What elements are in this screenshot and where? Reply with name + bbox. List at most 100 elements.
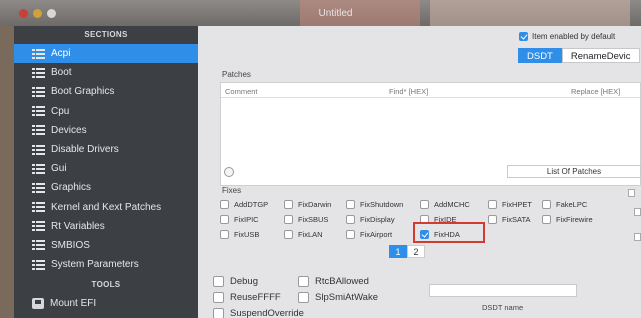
fix-fixshutdown[interactable]: FixShutdown: [346, 200, 403, 209]
option-checkbox[interactable]: [213, 276, 224, 287]
list-icon: [32, 240, 45, 251]
fix-label: FixFirewire: [556, 215, 593, 224]
sidebar-item-label: Boot Graphics: [51, 86, 115, 98]
fix-checkbox[interactable]: [346, 215, 355, 224]
fix-checkbox[interactable]: [220, 200, 229, 209]
fix-addmchc[interactable]: AddMCHC: [420, 200, 470, 209]
option-debug[interactable]: Debug: [213, 276, 258, 287]
fix-checkbox[interactable]: [420, 200, 429, 209]
fix-fakelpc[interactable]: FakeLPC: [542, 200, 587, 209]
sidebar-item-label: Graphics: [51, 182, 92, 194]
sidebar-item-label: Rt Variables: [51, 220, 105, 232]
section-tabs: DSDT RenameDevic: [518, 48, 640, 63]
fix-fixlan[interactable]: FixLAN: [284, 230, 323, 239]
sidebar: SECTIONS Acpi Boot Boot Graphics Cpu Dev…: [14, 26, 198, 318]
fix-label: FixSBUS: [298, 215, 329, 224]
sidebar-item-graphics[interactable]: Graphics: [14, 178, 198, 197]
offscreen-checkbox[interactable]: [634, 208, 641, 216]
sidebar-item-label: Devices: [51, 124, 87, 136]
option-checkbox[interactable]: [213, 292, 224, 303]
tab-renamedevices[interactable]: RenameDevic: [561, 48, 640, 63]
sidebar-item-smbios[interactable]: SMBIOS: [14, 236, 198, 255]
fix-label: FixUSB: [234, 230, 260, 239]
sidebar-item-disable-drivers[interactable]: Disable Drivers: [14, 140, 198, 159]
sidebar-item-label: Kernel and Kext Patches: [51, 201, 162, 213]
fix-label: FixHPET: [502, 200, 532, 209]
offscreen-checkbox[interactable]: [634, 233, 641, 241]
item-enabled-checkbox[interactable]: [519, 32, 528, 41]
fix-fixdarwin[interactable]: FixDarwin: [284, 200, 331, 209]
fix-checkbox[interactable]: [542, 200, 551, 209]
fix-checkbox[interactable]: [284, 200, 293, 209]
fix-adddtgp[interactable]: AddDTGP: [220, 200, 268, 209]
fix-label: FixShutdown: [360, 200, 404, 209]
list-icon: [32, 67, 45, 78]
option-suspendoverride[interactable]: SuspendOverride: [213, 308, 304, 318]
list-icon: [32, 182, 45, 193]
sidebar-item-cpu[interactable]: Cpu: [14, 102, 198, 121]
fix-fixusb[interactable]: FixUSB: [220, 230, 259, 239]
fix-checkbox[interactable]: [346, 200, 355, 209]
window-titlebar: Untitled: [0, 0, 641, 26]
fix-checkbox[interactable]: [220, 215, 229, 224]
tools-header: TOOLS: [91, 280, 121, 290]
fix-fixsbus[interactable]: FixSBUS: [284, 215, 328, 224]
sidebar-item-system-parameters[interactable]: System Parameters: [14, 255, 198, 274]
option-slpsmiatwake[interactable]: SlpSmiAtWake: [298, 292, 378, 303]
fix-checkbox[interactable]: [488, 215, 497, 224]
option-checkbox[interactable]: [298, 276, 309, 287]
fix-fixairport[interactable]: FixAirport: [346, 230, 392, 239]
sidebar-item-label: Disable Drivers: [51, 144, 119, 156]
option-checkbox[interactable]: [298, 292, 309, 303]
fix-label: AddMCHC: [434, 200, 470, 209]
option-rtc8allowed[interactable]: RtcBAllowed: [298, 276, 369, 287]
list-icon: [32, 106, 45, 117]
sidebar-item-mount-efi[interactable]: Mount EFI: [14, 294, 198, 313]
option-label: SuspendOverride: [230, 308, 304, 318]
fix-checkbox[interactable]: [488, 200, 497, 209]
page-2-button[interactable]: 2: [407, 245, 425, 258]
item-enabled-toggle[interactable]: Item enabled by default: [519, 32, 615, 41]
sidebar-item-label: System Parameters: [51, 259, 139, 271]
fix-fixfirewire[interactable]: FixFirewire: [542, 215, 593, 224]
column-comment: Comment: [225, 87, 258, 96]
option-label: Debug: [230, 276, 258, 287]
patches-table-header: Comment Find* [HEX] Replace [HEX]: [221, 83, 640, 98]
dsdt-name-field[interactable]: [429, 284, 577, 297]
fix-label: FixAirport: [360, 230, 393, 239]
sidebar-item-boot-graphics[interactable]: Boot Graphics: [14, 82, 198, 101]
fix-checkbox[interactable]: [220, 230, 229, 239]
sections-header: SECTIONS: [84, 30, 128, 39]
option-checkbox[interactable]: [213, 308, 224, 318]
sidebar-item-label: Acpi: [51, 48, 71, 60]
sidebar-item-kernel-kext-patches[interactable]: Kernel and Kext Patches: [14, 198, 198, 217]
list-of-patches-button[interactable]: List Of Patches: [507, 165, 641, 178]
offscreen-checkbox[interactable]: [628, 189, 635, 197]
sidebar-item-label: Cpu: [51, 105, 70, 117]
fix-checkbox[interactable]: [284, 215, 293, 224]
option-label: ReuseFFFF: [230, 292, 281, 303]
fix-label: FixIPIC: [234, 215, 259, 224]
fix-fixhpet[interactable]: FixHPET: [488, 200, 532, 209]
sidebar-item-rt-variables[interactable]: Rt Variables: [14, 217, 198, 236]
page-1-button[interactable]: 1: [389, 245, 407, 258]
fix-label: AddDTGP: [234, 200, 269, 209]
fix-checkbox[interactable]: [284, 230, 293, 239]
sidebar-item-gui[interactable]: Gui: [14, 159, 198, 178]
sidebar-item-devices[interactable]: Devices: [14, 121, 198, 140]
fix-checkbox[interactable]: [346, 230, 355, 239]
remove-patch-button[interactable]: [224, 167, 234, 177]
sidebar-item-label: Mount EFI: [50, 298, 97, 310]
sidebar-item-boot[interactable]: Boot: [14, 63, 198, 82]
column-find: Find* [HEX]: [389, 87, 429, 96]
fix-checkbox[interactable]: [542, 215, 551, 224]
fix-fixdisplay[interactable]: FixDisplay: [346, 215, 395, 224]
window-title: Untitled: [318, 8, 353, 19]
sidebar-item-acpi[interactable]: Acpi: [14, 44, 198, 64]
sidebar-item-label: Boot: [51, 67, 72, 79]
option-reuseffff[interactable]: ReuseFFFF: [213, 292, 281, 303]
fix-fixipic[interactable]: FixIPIC: [220, 215, 259, 224]
fix-label: FixSATA: [502, 215, 531, 224]
fix-fixsata[interactable]: FixSATA: [488, 215, 530, 224]
tab-dsdt[interactable]: DSDT: [518, 48, 562, 63]
